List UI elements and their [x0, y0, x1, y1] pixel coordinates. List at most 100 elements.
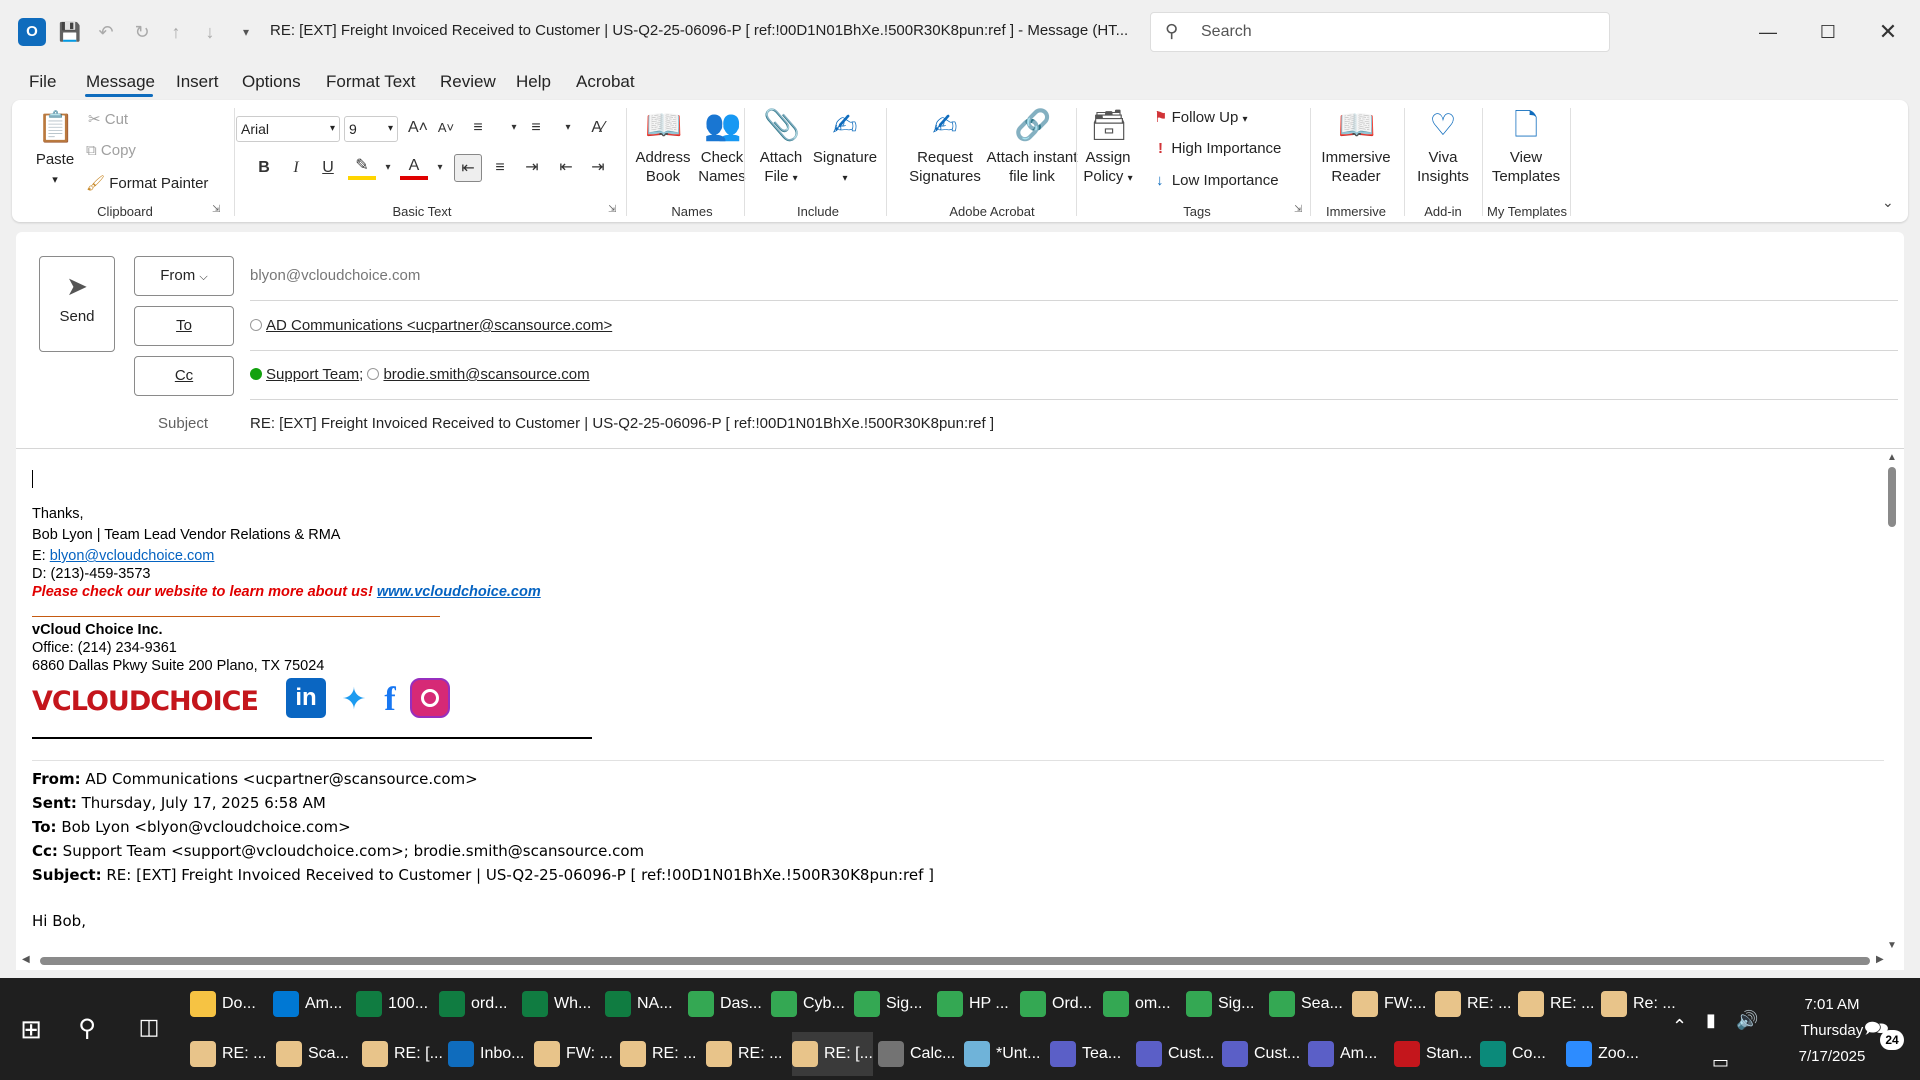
- windows-start-icon[interactable]: ⊞: [16, 1014, 46, 1045]
- horizontal-scroll-thumb[interactable]: [40, 957, 1870, 965]
- taskbar-app-row2[interactable]: Sca...: [276, 1032, 349, 1076]
- immersive-reader-button[interactable]: 📖 Immersive Reader: [1316, 108, 1396, 186]
- instagram-icon[interactable]: [410, 678, 450, 718]
- attach-instant-link-button[interactable]: 🔗 Attach instant file link: [972, 108, 1092, 186]
- cc-button[interactable]: Cc: [134, 356, 234, 396]
- recipient-chip[interactable]: Support Team: [266, 366, 359, 383]
- taskbar-app-row1[interactable]: Re: ...: [1601, 982, 1676, 1026]
- taskbar-app-row1[interactable]: Sea...: [1269, 982, 1343, 1026]
- ribbon-collapse-icon[interactable]: ⌄: [1882, 194, 1894, 211]
- highlight-icon[interactable]: ✎: [348, 154, 376, 180]
- twitter-icon[interactable]: ✦: [334, 680, 374, 720]
- scroll-down-icon[interactable]: ▼: [1884, 940, 1900, 951]
- numbering-icon[interactable]: ≡: [522, 114, 550, 142]
- taskbar-app-row1[interactable]: FW:...: [1352, 982, 1426, 1026]
- font-color-dropdown-icon[interactable]: ▾: [426, 154, 454, 182]
- scroll-left-icon[interactable]: ◀: [22, 954, 30, 965]
- taskbar-app-row2[interactable]: Tea...: [1050, 1032, 1121, 1076]
- from-button[interactable]: From ⌵: [134, 256, 234, 296]
- search-input[interactable]: ⚲ Search: [1150, 12, 1610, 52]
- assign-policy-button[interactable]: 🗃 Assign Policy ▾: [1078, 108, 1138, 188]
- clock-time[interactable]: 7:01 AM: [1772, 996, 1892, 1013]
- taskbar-app-row1[interactable]: RE: ...: [1435, 982, 1511, 1026]
- clock-date[interactable]: 7/17/2025: [1772, 1048, 1892, 1065]
- vertical-scroll-thumb[interactable]: [1888, 467, 1896, 527]
- taskbar-app-row2[interactable]: Cust...: [1136, 1032, 1214, 1076]
- tab-format-text[interactable]: Format Text: [326, 72, 415, 92]
- taskbar-app-row1[interactable]: Cyb...: [771, 982, 845, 1026]
- font-size-select[interactable]: 9 ▾: [344, 116, 398, 142]
- tab-review[interactable]: Review: [440, 72, 496, 92]
- copy-button[interactable]: ⧉ Copy: [86, 142, 136, 159]
- clear-formatting-icon[interactable]: A∕: [584, 114, 612, 142]
- align-center-icon[interactable]: ≡: [486, 154, 514, 182]
- check-names-button[interactable]: 👥 Check Names: [688, 108, 756, 186]
- taskbar-app-row2[interactable]: Zoo...: [1566, 1032, 1639, 1076]
- low-importance-button[interactable]: ↓ Low Importance: [1156, 172, 1279, 189]
- decrease-indent-icon[interactable]: ⇤: [552, 154, 580, 182]
- tab-file[interactable]: File: [29, 72, 56, 92]
- facebook-icon[interactable]: f: [376, 680, 404, 720]
- italic-button[interactable]: I: [282, 154, 310, 182]
- recipient-chip[interactable]: brodie.smith@scansource.com: [383, 366, 589, 383]
- next-item-icon[interactable]: ↓: [198, 20, 222, 44]
- taskbar-app-row1[interactable]: RE: ...: [1518, 982, 1594, 1026]
- taskbar-app-row1[interactable]: Sig...: [1186, 982, 1254, 1026]
- font-color-icon[interactable]: A: [400, 154, 428, 180]
- previous-item-icon[interactable]: ↑: [164, 20, 188, 44]
- numbering-dropdown-icon[interactable]: ▾: [554, 114, 582, 142]
- battery-icon[interactable]: ▮: [1706, 1010, 1716, 1031]
- taskbar-app-row1[interactable]: Am...: [273, 982, 342, 1026]
- taskbar-search-icon[interactable]: ⚲: [72, 1014, 102, 1043]
- taskbar-app-row2[interactable]: Calc...: [878, 1032, 955, 1076]
- display-icon[interactable]: ▭: [1712, 1052, 1729, 1073]
- highlight-dropdown-icon[interactable]: ▾: [374, 154, 402, 182]
- taskbar-app-row1[interactable]: Ord...: [1020, 982, 1092, 1026]
- scroll-right-icon[interactable]: ▶: [1876, 954, 1884, 965]
- grow-font-icon[interactable]: A˄: [404, 114, 432, 142]
- vertical-scrollbar[interactable]: ▲: [1884, 452, 1900, 952]
- paste-button[interactable]: 📋 Paste ▾: [30, 110, 80, 190]
- taskbar-app-row2[interactable]: RE: [...: [362, 1032, 443, 1076]
- taskbar-app-row1[interactable]: Sig...: [854, 982, 922, 1026]
- underline-button[interactable]: U: [314, 154, 342, 182]
- viva-insights-button[interactable]: ♡ Viva Insights: [1408, 108, 1478, 186]
- customize-toolbar-icon[interactable]: ▾: [234, 20, 258, 44]
- taskbar-app-row1[interactable]: om...: [1103, 982, 1171, 1026]
- bullets-icon[interactable]: ≡: [464, 114, 492, 142]
- tab-help[interactable]: Help: [516, 72, 551, 92]
- taskbar-app-row2[interactable]: Cust...: [1222, 1032, 1300, 1076]
- cut-button[interactable]: ✂ Cut: [88, 110, 128, 128]
- high-importance-button[interactable]: ! High Importance: [1158, 140, 1281, 157]
- signature-email-link[interactable]: blyon@vcloudchoice.com: [50, 548, 215, 564]
- maximize-button[interactable]: ☐: [1808, 14, 1848, 50]
- taskbar-app-row2[interactable]: FW: ...: [534, 1032, 613, 1076]
- taskbar-app-row1[interactable]: HP ...: [937, 982, 1009, 1026]
- format-painter-button[interactable]: 🖌 Format Painter: [86, 174, 208, 192]
- tab-insert[interactable]: Insert: [176, 72, 219, 92]
- tab-message[interactable]: Message: [86, 72, 155, 92]
- minimize-button[interactable]: —: [1748, 14, 1788, 50]
- tab-options[interactable]: Options: [242, 72, 301, 92]
- taskbar-app-row1[interactable]: Do...: [190, 982, 256, 1026]
- font-name-select[interactable]: Arial ▾: [236, 116, 340, 142]
- website-link[interactable]: www.vcloudchoice.com: [377, 584, 541, 600]
- scroll-up-icon[interactable]: ▲: [1884, 452, 1900, 463]
- basic-text-launcher-icon[interactable]: ⇲: [608, 204, 616, 215]
- attach-file-button[interactable]: 📎 Attach File ▾: [756, 108, 806, 188]
- taskbar-app-row1[interactable]: Wh...: [522, 982, 591, 1026]
- taskbar-app-row2[interactable]: RE: ...: [706, 1032, 782, 1076]
- volume-icon[interactable]: 🔊: [1736, 1010, 1758, 1031]
- tab-acrobat[interactable]: Acrobat: [576, 72, 635, 92]
- taskbar-app-row2[interactable]: RE: ...: [620, 1032, 696, 1076]
- taskbar-app-row2[interactable]: Am...: [1308, 1032, 1377, 1076]
- shrink-font-icon[interactable]: A˅: [432, 114, 460, 142]
- send-button[interactable]: ➤ Send: [39, 256, 115, 352]
- taskbar-app-row2[interactable]: Co...: [1480, 1032, 1546, 1076]
- increase-indent-icon[interactable]: ⇥: [584, 154, 612, 182]
- clipboard-launcher-icon[interactable]: ⇲: [212, 204, 220, 215]
- taskbar-app-row2[interactable]: RE: ...: [190, 1032, 266, 1076]
- signature-button[interactable]: ✍ Signature ▾: [810, 108, 880, 188]
- tags-launcher-icon[interactable]: ⇲: [1294, 204, 1302, 215]
- view-templates-button[interactable]: 🗋 View Templates: [1486, 108, 1566, 186]
